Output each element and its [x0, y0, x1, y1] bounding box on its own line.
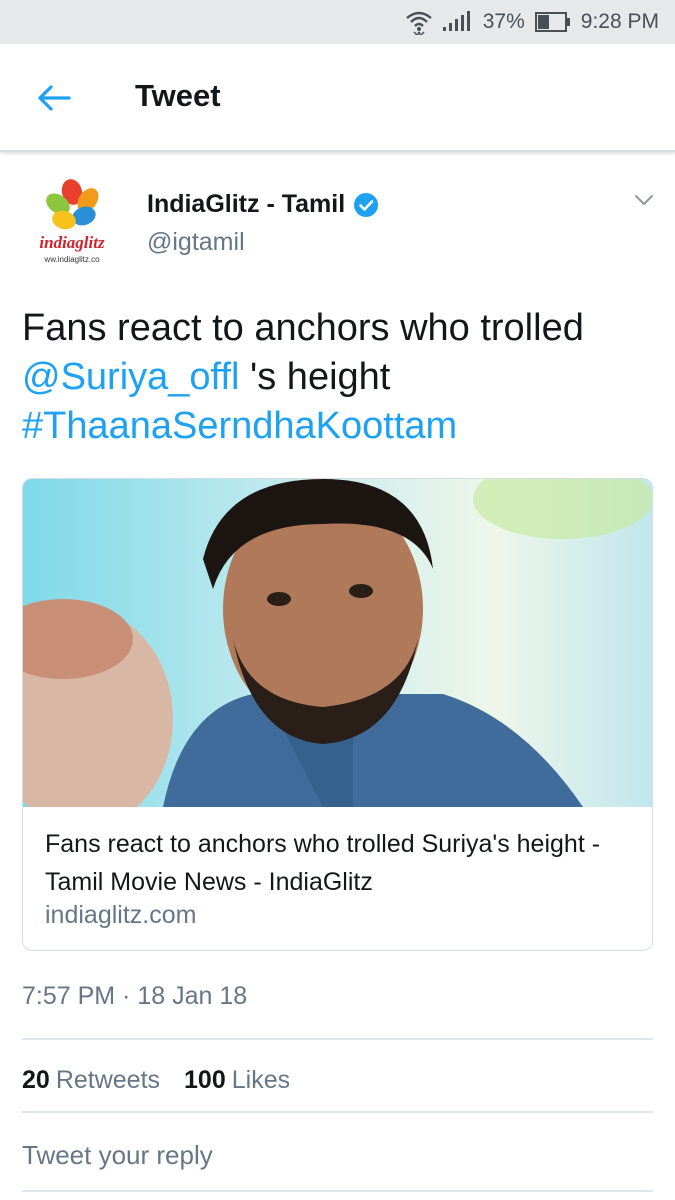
back-button[interactable]: [34, 80, 74, 116]
link-card[interactable]: Fans react to anchors who trolled Suriya…: [22, 478, 653, 951]
reply-input[interactable]: Tweet your reply: [22, 1140, 213, 1171]
tweet-stats: 20 Retweets 100 Likes: [22, 1066, 314, 1095]
card-title: Fans react to anchors who trolled Suriya…: [45, 830, 601, 896]
more-options-button[interactable]: [630, 190, 658, 214]
battery-icon: [534, 12, 571, 32]
divider: [22, 1111, 653, 1113]
likes-label: Likes: [231, 1066, 291, 1094]
author-handle[interactable]: @igtamil: [147, 228, 245, 257]
divider: [22, 1190, 653, 1192]
likes-stat[interactable]: 100 Likes: [184, 1066, 290, 1095]
page-title: Tweet: [135, 78, 221, 113]
retweets-stat[interactable]: 20 Retweets: [22, 1066, 160, 1095]
signal-icon: [442, 11, 473, 33]
avatar[interactable]: indiaglitz ww.indiaglitz.co: [22, 178, 122, 270]
svg-text:ww.indiaglitz.co: ww.indiaglitz.co: [43, 255, 100, 264]
tweet-timestamp: 7:57 PM · 18 Jan 18: [22, 982, 248, 1010]
retweets-label: Retweets: [55, 1066, 161, 1094]
verified-badge-icon: [353, 192, 379, 218]
status-bar: 37% 9:28 PM: [0, 0, 675, 44]
svg-text:indiaglitz: indiaglitz: [39, 233, 105, 252]
author-name[interactable]: IndiaGlitz - Tamil: [147, 190, 379, 219]
status-time: 9:28 PM: [580, 10, 659, 33]
author-name-text: IndiaGlitz - Tamil: [147, 190, 346, 218]
mention-link[interactable]: @Suriya_offl: [22, 356, 239, 398]
retweets-count: 20: [22, 1066, 50, 1094]
chevron-down-icon: [635, 195, 653, 205]
tweet-text-part: 's height: [239, 356, 391, 398]
likes-count: 100: [184, 1066, 226, 1094]
wifi-icon: [405, 9, 433, 35]
divider: [22, 1038, 653, 1040]
hashtag-link[interactable]: #ThaanaSerndhaKoottam: [22, 405, 457, 447]
app-bar: Tweet: [0, 44, 675, 152]
arrow-left-icon: [38, 85, 71, 111]
tweet-text: Fans react to anchors who trolled @Suriy…: [22, 304, 652, 451]
battery-percent: 37%: [482, 10, 525, 33]
card-domain: indiaglitz.com: [45, 901, 197, 929]
card-image: [23, 479, 652, 807]
tweet-text-part: Fans react to anchors who trolled: [22, 307, 584, 349]
